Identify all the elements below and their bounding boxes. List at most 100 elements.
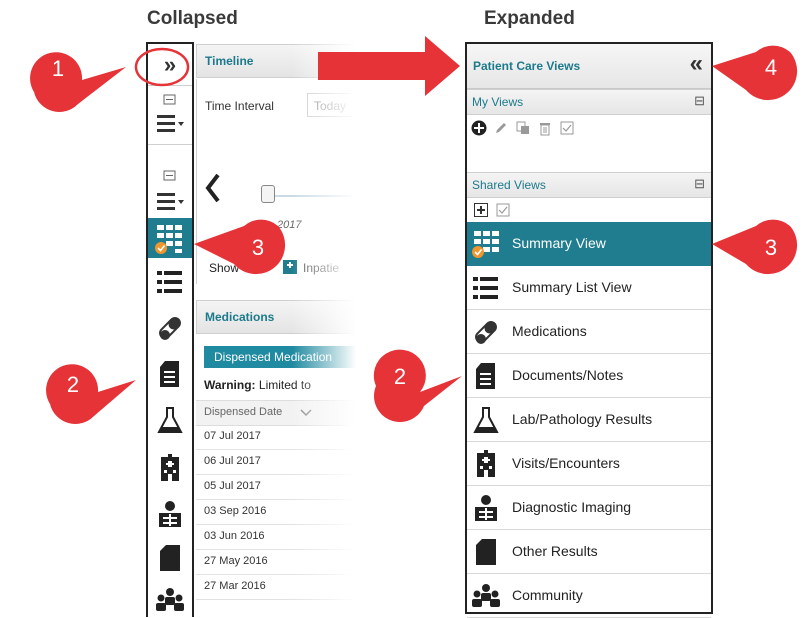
callout-1: 1 bbox=[30, 52, 126, 112]
summary-list-icon[interactable] bbox=[148, 264, 192, 300]
svg-text:4: 4 bbox=[765, 55, 777, 80]
collapsed-sidebar: » bbox=[146, 42, 194, 617]
expand-sidebar-button[interactable]: » bbox=[148, 50, 192, 80]
collapse-sidebar-button[interactable]: « bbox=[690, 50, 703, 78]
visits-icon[interactable] bbox=[148, 448, 192, 488]
view-item-other-results[interactable]: Other Results bbox=[467, 530, 711, 574]
show-label: Show bbox=[209, 261, 240, 275]
double-chevron-right-icon: » bbox=[163, 52, 177, 77]
collapse-section-icon[interactable] bbox=[148, 168, 192, 184]
collapse-section-icon[interactable]: ⊟ bbox=[694, 93, 705, 109]
view-item-documents-notes[interactable]: Documents/Notes bbox=[467, 354, 711, 398]
view-item-label: Other Results bbox=[512, 543, 598, 559]
timeline-track bbox=[275, 195, 356, 197]
table-row[interactable]: 07 Jul 2017 bbox=[196, 425, 356, 450]
view-menu-icon[interactable] bbox=[148, 188, 192, 214]
timeline-date: 2017 bbox=[277, 219, 302, 231]
time-interval-select[interactable]: Today bbox=[307, 93, 356, 117]
patient-care-views-title: Patient Care Views bbox=[473, 59, 581, 73]
visits-icon bbox=[471, 449, 501, 479]
view-item-label: Documents/Notes bbox=[512, 367, 624, 383]
add-square-icon[interactable] bbox=[473, 202, 489, 218]
table-row[interactable]: 27 Mar 2016 bbox=[196, 575, 356, 600]
delete-trash-icon[interactable] bbox=[537, 120, 553, 136]
svg-text:2: 2 bbox=[67, 372, 79, 397]
timeline-previous-button[interactable] bbox=[203, 171, 223, 212]
table-row[interactable]: 03 Sep 2016 bbox=[196, 500, 356, 525]
view-menu-icon[interactable] bbox=[148, 110, 192, 136]
medications-icon bbox=[471, 317, 501, 347]
chevron-left-icon bbox=[205, 173, 220, 203]
callout-2-left: 2 bbox=[46, 364, 136, 424]
view-item-community[interactable]: Community bbox=[467, 574, 711, 618]
collapsed-heading: Collapsed bbox=[147, 8, 238, 29]
dispensed-date-label: Dispensed Date bbox=[204, 406, 283, 418]
diagnostic-imaging-icon bbox=[471, 493, 501, 523]
view-item-label: Medications bbox=[512, 323, 587, 339]
view-item-medications[interactable]: Medications bbox=[467, 310, 711, 354]
table-row[interactable]: 06 Jul 2017 bbox=[196, 450, 356, 475]
view-item-label: Lab/Pathology Results bbox=[512, 411, 653, 427]
dispensed-date-column-header[interactable]: Dispensed Date bbox=[196, 400, 356, 426]
warning-message: Warning: Limited to bbox=[204, 378, 311, 392]
my-views-header: My Views ⊟ bbox=[467, 89, 711, 115]
expanded-heading: Expanded bbox=[484, 8, 575, 29]
medications-icon[interactable] bbox=[148, 308, 192, 348]
diagnostic-imaging-icon[interactable] bbox=[148, 494, 192, 534]
timeline-header: Timeline bbox=[196, 44, 356, 78]
time-interval-label: Time Interval bbox=[205, 99, 274, 113]
svg-text:1: 1 bbox=[52, 56, 64, 81]
view-item-label: Summary View bbox=[512, 235, 606, 251]
my-views-label: My Views bbox=[472, 95, 524, 109]
my-views-toolbar bbox=[471, 118, 575, 138]
documents-icon bbox=[471, 361, 501, 391]
patient-care-views-header: Patient Care Views « bbox=[467, 44, 711, 89]
view-item-label: Diagnostic Imaging bbox=[512, 499, 632, 515]
view-item-summary-list-view[interactable]: Summary List View bbox=[467, 266, 711, 310]
patient-content-panel: Timeline Time Interval Today 2017 Show I… bbox=[196, 44, 356, 617]
community-icon[interactable] bbox=[148, 582, 192, 618]
summary-list-icon bbox=[471, 273, 501, 303]
lab-icon[interactable] bbox=[148, 400, 192, 440]
select-checkbox-icon[interactable] bbox=[559, 120, 575, 136]
other-results-icon bbox=[471, 537, 501, 567]
table-row[interactable]: 03 Jun 2016 bbox=[196, 525, 356, 550]
medications-header: Medications bbox=[196, 300, 356, 334]
edit-pencil-icon[interactable] bbox=[493, 120, 509, 136]
timeline-slider-handle[interactable] bbox=[261, 185, 275, 203]
summary-view-icon[interactable] bbox=[148, 218, 192, 258]
shared-views-label: Shared Views bbox=[472, 178, 546, 192]
shared-views-header: Shared Views ⊟ bbox=[467, 172, 711, 198]
view-item-visits-encounters[interactable]: Visits/Encounters bbox=[467, 442, 711, 486]
collapse-section-icon[interactable] bbox=[148, 92, 192, 108]
other-results-icon[interactable] bbox=[148, 538, 192, 578]
callout-2-right: 2 bbox=[373, 349, 462, 422]
table-row[interactable]: 27 May 2016 bbox=[196, 550, 356, 575]
warning-label: Warning: bbox=[204, 378, 256, 392]
view-item-label: Summary List View bbox=[512, 279, 632, 295]
summary-view-icon bbox=[471, 229, 501, 259]
copy-icon[interactable] bbox=[515, 120, 531, 136]
chevron-down-icon bbox=[300, 409, 312, 417]
dispensed-medications-tab[interactable]: Dispensed Medication bbox=[204, 346, 356, 368]
documents-icon[interactable] bbox=[148, 354, 192, 394]
select-checkbox-icon[interactable] bbox=[495, 202, 511, 218]
timeline-panel: Time Interval Today 2017 Show Inpatie bbox=[196, 79, 356, 284]
table-row[interactable]: 05 Jul 2017 bbox=[196, 475, 356, 500]
warning-text: Limited to bbox=[258, 378, 311, 392]
callout-4: 4 bbox=[712, 45, 798, 101]
expanded-sidebar: Patient Care Views « My Views ⊟ Shared V… bbox=[465, 42, 713, 618]
view-item-diagnostic-imaging[interactable]: Diagnostic Imaging bbox=[467, 486, 711, 530]
view-item-summary-view[interactable]: Summary View bbox=[467, 222, 711, 266]
collapse-section-icon[interactable]: ⊟ bbox=[694, 176, 705, 192]
inpatient-label: Inpatie bbox=[303, 261, 340, 275]
shared-views-toolbar bbox=[473, 201, 511, 219]
view-item-label: Community bbox=[512, 587, 583, 603]
view-item-lab-pathology-results[interactable]: Lab/Pathology Results bbox=[467, 398, 711, 442]
hospital-icon bbox=[281, 257, 299, 280]
add-circle-icon[interactable] bbox=[471, 120, 487, 136]
svg-text:2: 2 bbox=[394, 364, 406, 389]
lab-icon bbox=[471, 405, 501, 435]
community-icon bbox=[471, 581, 501, 611]
view-item-label: Visits/Encounters bbox=[512, 455, 620, 471]
